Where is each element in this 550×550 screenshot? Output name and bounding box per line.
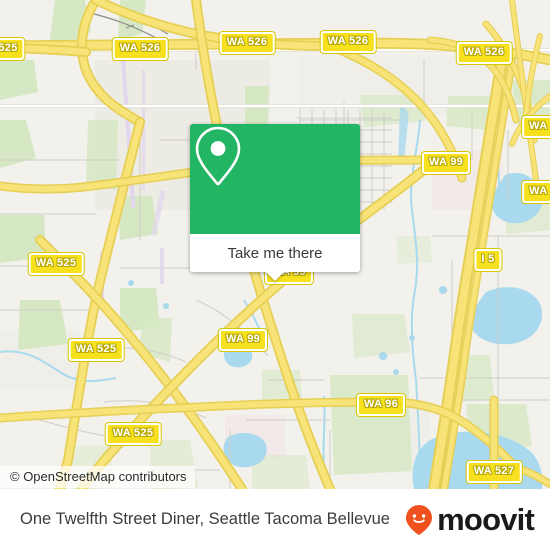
highway-shield: WA 526	[456, 42, 512, 64]
map-canvas[interactable]: .park{fill:#d6e8c3;} .water{fill:#a9d9ee…	[0, 0, 550, 489]
highway-shield: WA 527	[466, 461, 522, 483]
highway-shield: WA 96	[356, 394, 406, 416]
card-image-area	[190, 124, 360, 234]
highway-shield: I 5	[474, 249, 502, 271]
highway-shield: WA 526	[112, 38, 168, 60]
highway-shield: WA 5	[522, 116, 550, 138]
location-callout-card[interactable]: Take me there	[190, 124, 360, 281]
highway-shield: WA 99	[421, 152, 471, 174]
highway-shield: WA 526	[219, 32, 275, 54]
map-screenshot: .park{fill:#d6e8c3;} .water{fill:#a9d9ee…	[0, 0, 550, 550]
moovit-smiley-pin-icon	[406, 504, 433, 535]
map-pin-icon	[195, 126, 241, 186]
card-action-bar[interactable]: Take me there	[190, 234, 360, 272]
card-pointer-tail	[265, 271, 285, 281]
highway-shield: WA 525	[68, 339, 124, 361]
place-name-label: One Twelfth Street Diner, Seattle Tacoma…	[20, 510, 390, 528]
map-attribution[interactable]: © OpenStreetMap contributors	[0, 466, 195, 488]
bottom-bar: One Twelfth Street Diner, Seattle Tacoma…	[0, 489, 550, 550]
highway-shield: WA 526	[320, 31, 376, 53]
take-me-there-label: Take me there	[227, 244, 323, 262]
highway-shield: WA 5	[522, 181, 550, 203]
moovit-wordmark: moovit	[437, 502, 535, 537]
highway-shield: WA 525	[105, 423, 161, 445]
highway-shield: WA 525	[28, 253, 84, 275]
highway-shield: 525	[0, 38, 25, 60]
highway-shield: WA 99	[218, 329, 268, 351]
moovit-logo[interactable]: moovit	[404, 502, 535, 537]
